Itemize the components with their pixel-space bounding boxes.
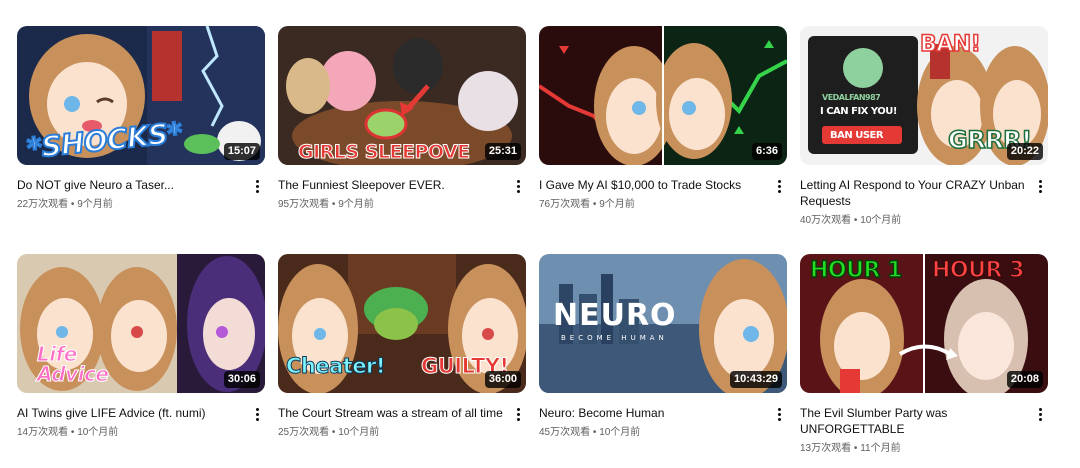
video-stats: 95万次观看 • 9个月前 <box>278 198 504 212</box>
video-title[interactable]: Neuro: Become Human <box>539 405 765 421</box>
thumbnail-overlay-text: GIRLS SLEEPOVE <box>298 141 471 164</box>
upload-age: 9个月前 <box>77 199 113 210</box>
more-actions-icon[interactable] <box>510 177 526 195</box>
view-count: 40万次观看 <box>800 215 852 226</box>
video-title[interactable]: I Gave My AI $10,000 to Trade Stocks <box>539 177 765 193</box>
duration-badge: 36:00 <box>484 371 521 388</box>
upload-age: 10个月前 <box>77 427 119 438</box>
thumbnail-overlay-text: HOUR 1 <box>809 257 903 284</box>
video-thumbnail[interactable]: Life Advice 30:06 <box>17 254 265 393</box>
video-thumbnail[interactable]: Cheater! GUILTY! 36:00 <box>278 254 526 393</box>
stats-separator: • <box>851 215 861 226</box>
stats-separator: • <box>329 427 339 438</box>
view-count: 76万次观看 <box>539 199 591 210</box>
video-thumbnail[interactable]: *SHOCKS* 15:07 <box>17 26 265 165</box>
upload-age: 9个月前 <box>599 199 635 210</box>
video-card[interactable]: HOUR 1 HOUR 3 20:08 The Evil Slumber Par… <box>800 254 1048 456</box>
video-thumbnail[interactable]: NEURO BECOME HUMAN 10:43:29 <box>539 254 787 393</box>
duration-badge: 20:08 <box>1006 371 1043 388</box>
thumbnail-overlay-text-2: BECOME HUMAN <box>561 334 668 342</box>
video-title[interactable]: Do NOT give Neuro a Taser... <box>17 177 243 193</box>
video-card[interactable]: GIRLS SLEEPOVE 25:31 The Funniest Sleepo… <box>278 26 526 212</box>
thumbnail-overlay-text-2: HOUR 3 <box>931 257 1025 284</box>
video-card[interactable]: BAN! VEDALFAN987 I CAN FIX YOU! BAN USER… <box>800 26 1048 228</box>
duration-badge: 20:22 <box>1006 143 1043 160</box>
stats-separator: • <box>329 199 339 210</box>
video-title[interactable]: The Court Stream was a stream of all tim… <box>278 405 504 421</box>
stats-separator: • <box>68 199 78 210</box>
duration-badge: 25:31 <box>484 143 521 160</box>
upload-age: 10个月前 <box>599 427 641 438</box>
video-stats: 25万次观看 • 10个月前 <box>278 426 504 440</box>
more-actions-icon[interactable] <box>510 405 526 423</box>
fix-text: I CAN FIX YOU! <box>820 106 897 117</box>
video-title[interactable]: Letting AI Respond to Your CRAZY Unban R… <box>800 177 1026 209</box>
video-thumbnail[interactable]: BAN! VEDALFAN987 I CAN FIX YOU! BAN USER… <box>800 26 1048 165</box>
more-actions-icon[interactable] <box>1032 177 1048 195</box>
thumbnail-overlay-text: Cheater! <box>286 354 387 379</box>
video-stats: 40万次观看 • 10个月前 <box>800 214 1026 228</box>
duration-badge: 10:43:29 <box>729 371 782 388</box>
thumbnail-art <box>539 26 787 165</box>
view-count: 25万次观看 <box>278 427 330 438</box>
more-actions-icon[interactable] <box>771 177 787 195</box>
more-actions-icon[interactable] <box>249 177 265 195</box>
video-stats: 14万次观看 • 10个月前 <box>17 426 243 440</box>
more-actions-icon[interactable] <box>771 405 787 423</box>
video-stats: 22万次观看 • 9个月前 <box>17 198 243 212</box>
video-stats: 76万次观看 • 9个月前 <box>539 198 765 212</box>
stats-separator: • <box>590 427 600 438</box>
duration-badge: 15:07 <box>223 143 260 160</box>
upload-age: 10个月前 <box>860 215 902 226</box>
video-title[interactable]: AI Twins give LIFE Advice (ft. numi) <box>17 405 243 421</box>
upload-age: 11个月前 <box>860 443 901 454</box>
more-actions-icon[interactable] <box>249 405 265 423</box>
video-card[interactable]: Life Advice 30:06 AI Twins give LIFE Adv… <box>17 254 265 440</box>
video-thumbnail[interactable]: 6:36 <box>539 26 787 165</box>
view-count: 95万次观看 <box>278 199 330 210</box>
view-count: 13万次观看 <box>800 443 852 454</box>
video-card[interactable]: 6:36 I Gave My AI $10,000 to Trade Stock… <box>539 26 787 212</box>
ban-text: BAN! <box>919 31 981 58</box>
view-count: 14万次观看 <box>17 427 69 438</box>
stats-separator: • <box>851 443 861 454</box>
thumbnail-overlay-text: Life Advice <box>37 342 110 386</box>
video-card[interactable]: *SHOCKS* 15:07 Do NOT give Neuro a Taser… <box>17 26 265 212</box>
video-card[interactable]: Cheater! GUILTY! 36:00 The Court Stream … <box>278 254 526 440</box>
ban-user-button-text: BAN USER <box>830 130 884 141</box>
video-card[interactable]: NEURO BECOME HUMAN 10:43:29 Neuro: Becom… <box>539 254 787 440</box>
username-text: VEDALFAN987 <box>822 93 881 102</box>
upload-age: 9个月前 <box>338 199 374 210</box>
video-thumbnail[interactable]: HOUR 1 HOUR 3 20:08 <box>800 254 1048 393</box>
video-title[interactable]: The Funniest Sleepover EVER. <box>278 177 504 193</box>
stats-separator: • <box>68 427 78 438</box>
view-count: 45万次观看 <box>539 427 591 438</box>
duration-badge: 6:36 <box>751 143 782 160</box>
view-count: 22万次观看 <box>17 199 69 210</box>
video-thumbnail[interactable]: GIRLS SLEEPOVE 25:31 <box>278 26 526 165</box>
upload-age: 10个月前 <box>338 427 380 438</box>
thumbnail-overlay-text: NEURO <box>553 298 677 333</box>
video-stats: 13万次观看 • 11个月前 <box>800 442 1026 456</box>
more-actions-icon[interactable] <box>1032 405 1048 423</box>
duration-badge: 30:06 <box>223 371 260 388</box>
stats-separator: • <box>590 199 600 210</box>
video-title[interactable]: The Evil Slumber Party was UNFORGETTABLE <box>800 405 1026 437</box>
video-stats: 45万次观看 • 10个月前 <box>539 426 765 440</box>
